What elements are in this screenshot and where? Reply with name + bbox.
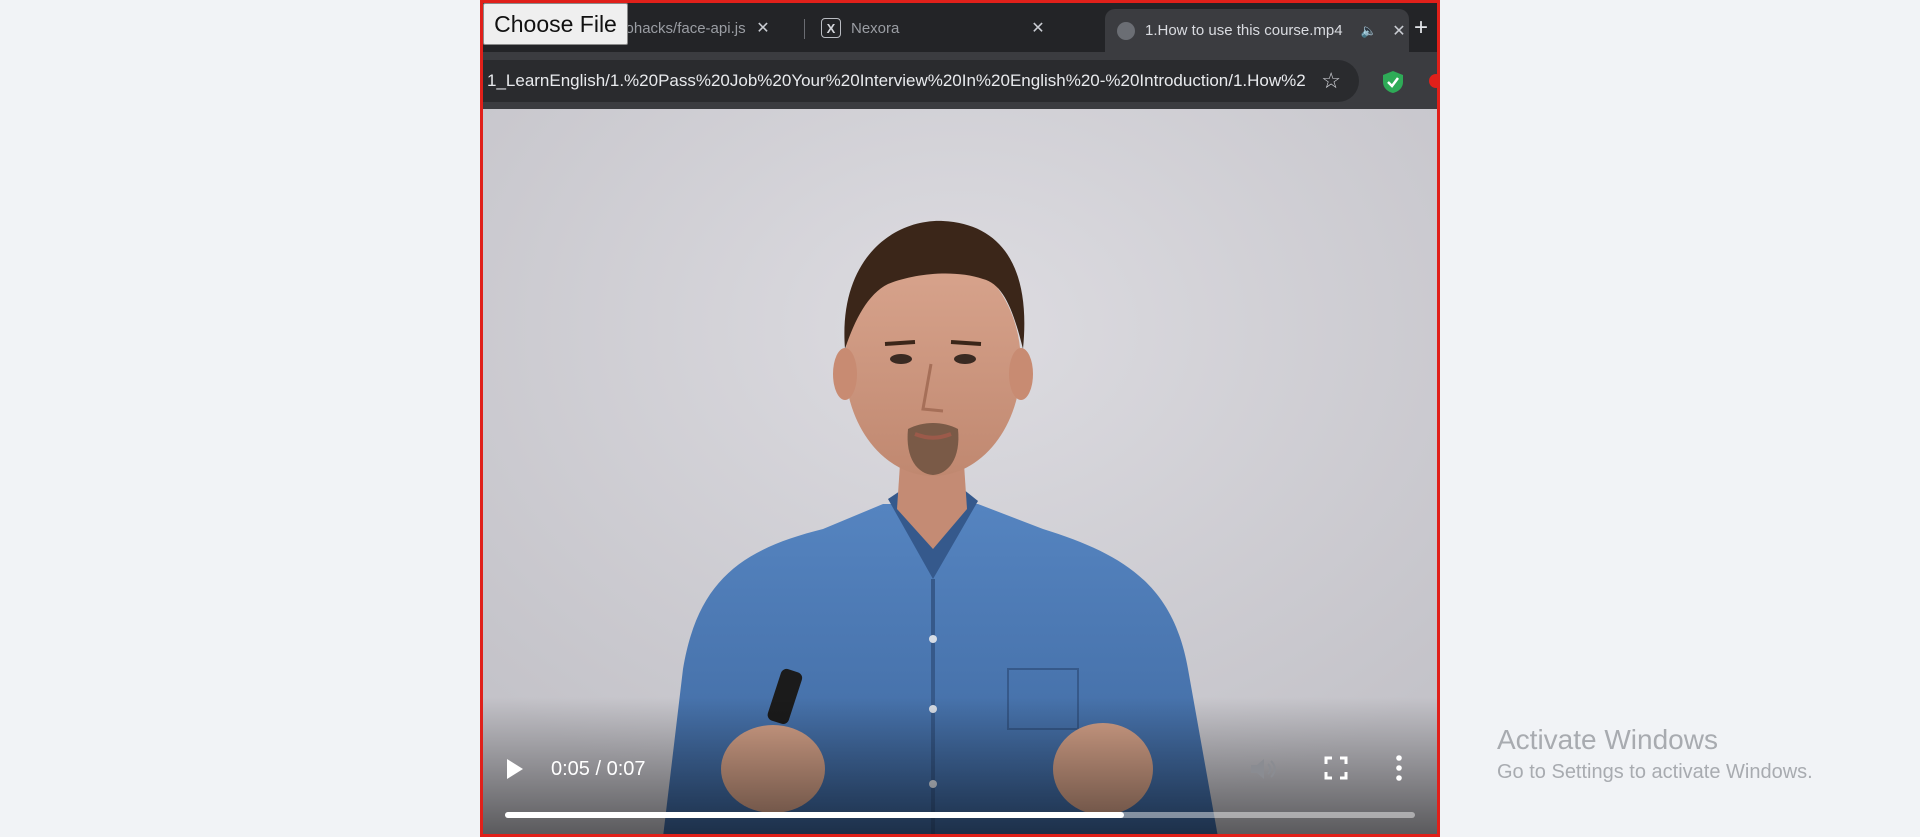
more-options-icon[interactable]: [1392, 753, 1406, 783]
shield-extension-icon[interactable]: [1380, 69, 1406, 95]
windows-activation-watermark: Activate Windows Go to Settings to activ…: [1497, 722, 1813, 786]
tab-title: Nexora: [851, 19, 900, 37]
url-text[interactable]: 1_LearnEnglish/1.%20Pass%20Job%20Your%20…: [487, 60, 1307, 102]
tab-title: /hohacks/face-api.js: [613, 19, 746, 37]
bookmark-star-icon[interactable]: ☆: [1321, 60, 1341, 102]
watermark-title: Activate Windows: [1497, 724, 1718, 755]
progress-bar[interactable]: [505, 812, 1415, 818]
time-display: 0:05 / 0:07: [551, 758, 646, 780]
new-tab-button[interactable]: +: [1406, 11, 1436, 45]
address-bar[interactable]: 1_LearnEnglish/1.%20Pass%20Job%20Your%20…: [483, 60, 1359, 102]
choose-file-button[interactable]: Choose File: [483, 3, 628, 45]
video-player[interactable]: 0:05 / 0:07: [483, 109, 1437, 834]
globe-icon: [1117, 21, 1135, 40]
video-controls: 0:05 / 0:07: [483, 737, 1437, 834]
video-frame: /hohacks/face-api.js ✕ X Nexora ✕ 1.How …: [480, 0, 1440, 837]
tab-separator: [804, 19, 805, 39]
watermark-subtitle: Go to Settings to activate Windows.: [1497, 761, 1813, 783]
speaker-icon[interactable]: 🔈: [1359, 23, 1379, 39]
tab-face-api[interactable]: /hohacks/face-api.js ✕: [613, 8, 773, 48]
tab-video-active[interactable]: 1.How to use this course.mp4 🔈 ✕: [1105, 9, 1409, 52]
tab-nexora[interactable]: X Nexora ✕: [813, 8, 1048, 48]
tab-title: 1.How to use this course.mp4: [1145, 22, 1343, 39]
browser-toolbar: 1_LearnEnglish/1.%20Pass%20Job%20Your%20…: [483, 52, 1437, 109]
fullscreen-icon[interactable]: [1323, 755, 1349, 781]
close-icon[interactable]: ✕: [1028, 18, 1048, 38]
x-logo-icon: X: [821, 18, 841, 38]
play-icon[interactable]: [507, 759, 523, 779]
speaker-muted-icon[interactable]: [1248, 755, 1278, 783]
recording-dot-icon: [1429, 74, 1437, 88]
close-icon[interactable]: ✕: [753, 18, 773, 38]
progress-fill: [505, 812, 1124, 818]
